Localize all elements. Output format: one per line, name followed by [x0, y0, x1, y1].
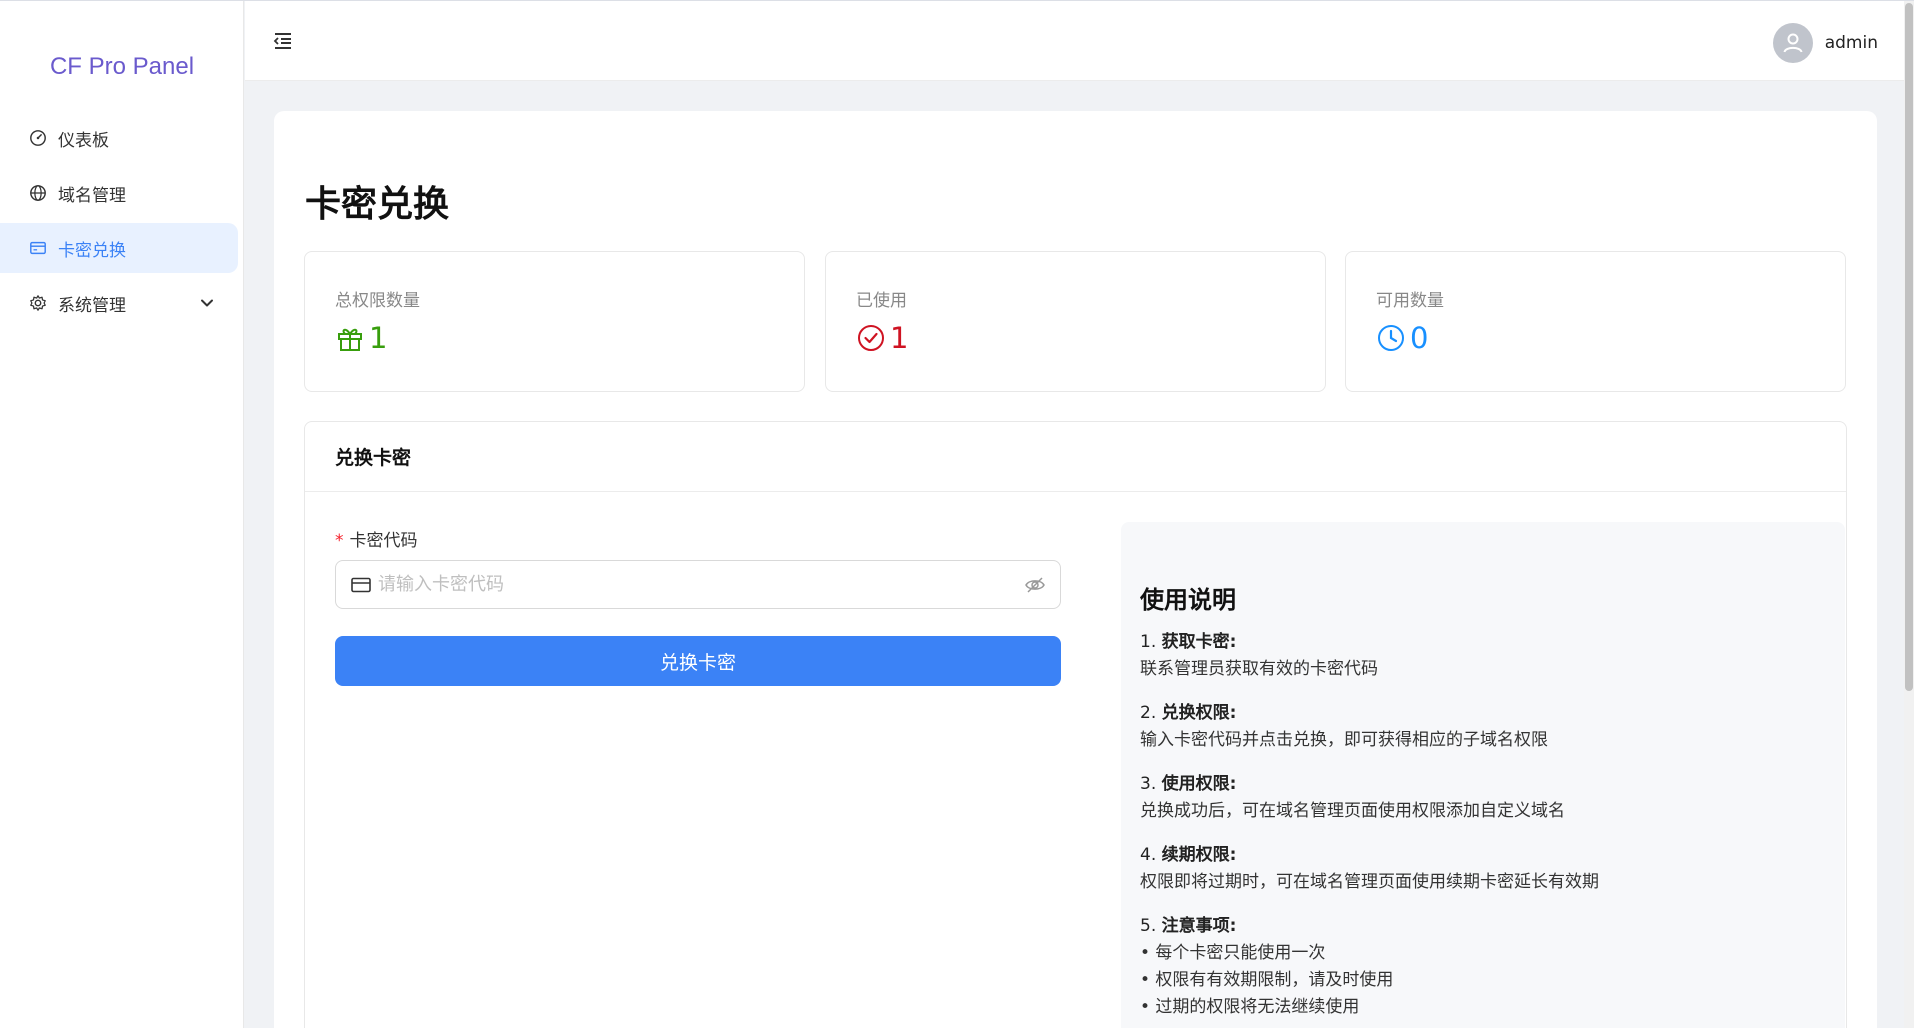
- chevron-down-icon: [201, 299, 213, 307]
- redeem-button[interactable]: 兑换卡密: [335, 636, 1061, 686]
- eye-off-icon[interactable]: [1024, 574, 1046, 596]
- globe-icon: [28, 183, 48, 203]
- sidebar-item-label: 域名管理: [58, 185, 126, 206]
- user-icon: [1783, 33, 1803, 53]
- section-text: 输入卡密代码并点击兑换，即可获得相应的子域名权限: [1140, 730, 1548, 750]
- section-text: • 过期的权限将无法继续使用: [1140, 997, 1360, 1017]
- username: admin: [1824, 33, 1878, 53]
- section-heading: 使用权限:: [1161, 774, 1237, 794]
- clock-icon: [1378, 325, 1404, 351]
- section-number: 5.: [1140, 916, 1157, 936]
- redeem-card-title: 兑换卡密: [305, 422, 1846, 492]
- gift-icon: [338, 328, 362, 351]
- stat-card-available: 可用数量 0: [1345, 251, 1846, 392]
- sidebar-item-label: 仪表板: [58, 130, 109, 151]
- section-heading: 获取卡密:: [1161, 632, 1237, 652]
- stat-label: 已使用: [856, 291, 907, 311]
- section-heading: 兑换权限:: [1161, 703, 1237, 723]
- sidebar-menu: 仪表板 域名管理 卡密兑换 系统管理: [0, 113, 244, 333]
- user-menu[interactable]: admin: [1772, 23, 1878, 63]
- page-scrollbar[interactable]: [1904, 1, 1914, 1028]
- sidebar-item-label: 系统管理: [58, 295, 126, 316]
- page-title: 卡密兑换: [305, 184, 450, 225]
- stat-label: 总权限数量: [335, 291, 420, 311]
- stat-label: 可用数量: [1376, 291, 1444, 311]
- card-code-label: * 卡密代码: [335, 526, 418, 551]
- gear-icon: [28, 293, 48, 313]
- stat-value: 0: [1410, 321, 1429, 355]
- main-content: 卡密兑换 总权限数量 1 已使用 1 可用数量 0 兑换卡密 * 卡密代码 兑换…: [274, 111, 1877, 1028]
- section-number: 3.: [1140, 774, 1157, 794]
- app-logo[interactable]: CF Pro Panel: [0, 53, 244, 81]
- usage-instructions: 使用说明 1. 获取卡密: 联系管理员获取有效的卡密代码 2. 兑换权限: 输入…: [1121, 522, 1845, 1028]
- instruction-section: 1. 获取卡密: 联系管理员获取有效的卡密代码: [1140, 629, 1826, 683]
- sidebar: CF Pro Panel 仪表板 域名管理 卡密兑换 系统管理: [0, 1, 244, 1028]
- sidebar-item-card-redeem[interactable]: 卡密兑换: [0, 223, 238, 273]
- scrollbar-thumb[interactable]: [1905, 3, 1913, 691]
- required-mark: *: [335, 531, 344, 551]
- card-icon: [28, 238, 48, 258]
- instruction-section: 3. 使用权限: 兑换成功后，可在域名管理页面使用权限添加自定义域名: [1140, 771, 1826, 825]
- section-number: 2.: [1140, 703, 1157, 723]
- section-heading: 注意事项:: [1161, 916, 1237, 936]
- instruction-section: 5. 注意事项: • 每个卡密只能使用一次 • 权限有有效期限制，请及时使用 •…: [1140, 913, 1826, 1021]
- redeem-card: 兑换卡密 * 卡密代码 兑换卡密 使用说明 1. 获取卡密: 联系管理员获取有效的…: [304, 421, 1847, 1028]
- section-text: • 权限有有效期限制，请及时使用: [1140, 970, 1394, 990]
- card-code-input[interactable]: [378, 574, 1024, 595]
- instruction-section: 4. 续期权限: 权限即将过期时，可在域名管理页面使用续期卡密延长有效期: [1140, 842, 1826, 896]
- section-heading: 续期权限:: [1161, 845, 1237, 865]
- sidebar-item-label: 卡密兑换: [58, 240, 126, 261]
- menu-fold-icon[interactable]: [271, 29, 295, 53]
- section-number: 1.: [1140, 632, 1157, 652]
- top-header: admin: [245, 1, 1904, 81]
- stat-value: 1: [369, 321, 388, 355]
- section-text: • 每个卡密只能使用一次: [1140, 943, 1326, 963]
- section-text: 兑换成功后，可在域名管理页面使用权限添加自定义域名: [1140, 801, 1565, 821]
- stat-value: 1: [890, 321, 909, 355]
- card-code-label-text: 卡密代码: [349, 531, 418, 551]
- check-circle-icon: [858, 325, 884, 351]
- sidebar-item-domains[interactable]: 域名管理: [0, 168, 238, 218]
- sidebar-item-system[interactable]: 系统管理: [0, 278, 238, 328]
- card-icon: [351, 577, 371, 592]
- card-code-field[interactable]: [335, 560, 1061, 609]
- instruction-section: 2. 兑换权限: 输入卡密代码并点击兑换，即可获得相应的子域名权限: [1140, 700, 1826, 754]
- stat-card-total: 总权限数量 1: [304, 251, 805, 392]
- section-text: 权限即将过期时，可在域名管理页面使用续期卡密延长有效期: [1140, 872, 1599, 892]
- section-number: 4.: [1140, 845, 1157, 865]
- section-text: 联系管理员获取有效的卡密代码: [1140, 659, 1378, 679]
- instructions-title: 使用说明: [1140, 586, 1236, 614]
- avatar[interactable]: [1772, 23, 1813, 63]
- stat-card-used: 已使用 1: [825, 251, 1326, 392]
- dashboard-icon: [28, 128, 48, 148]
- sidebar-item-dashboard[interactable]: 仪表板: [0, 113, 238, 163]
